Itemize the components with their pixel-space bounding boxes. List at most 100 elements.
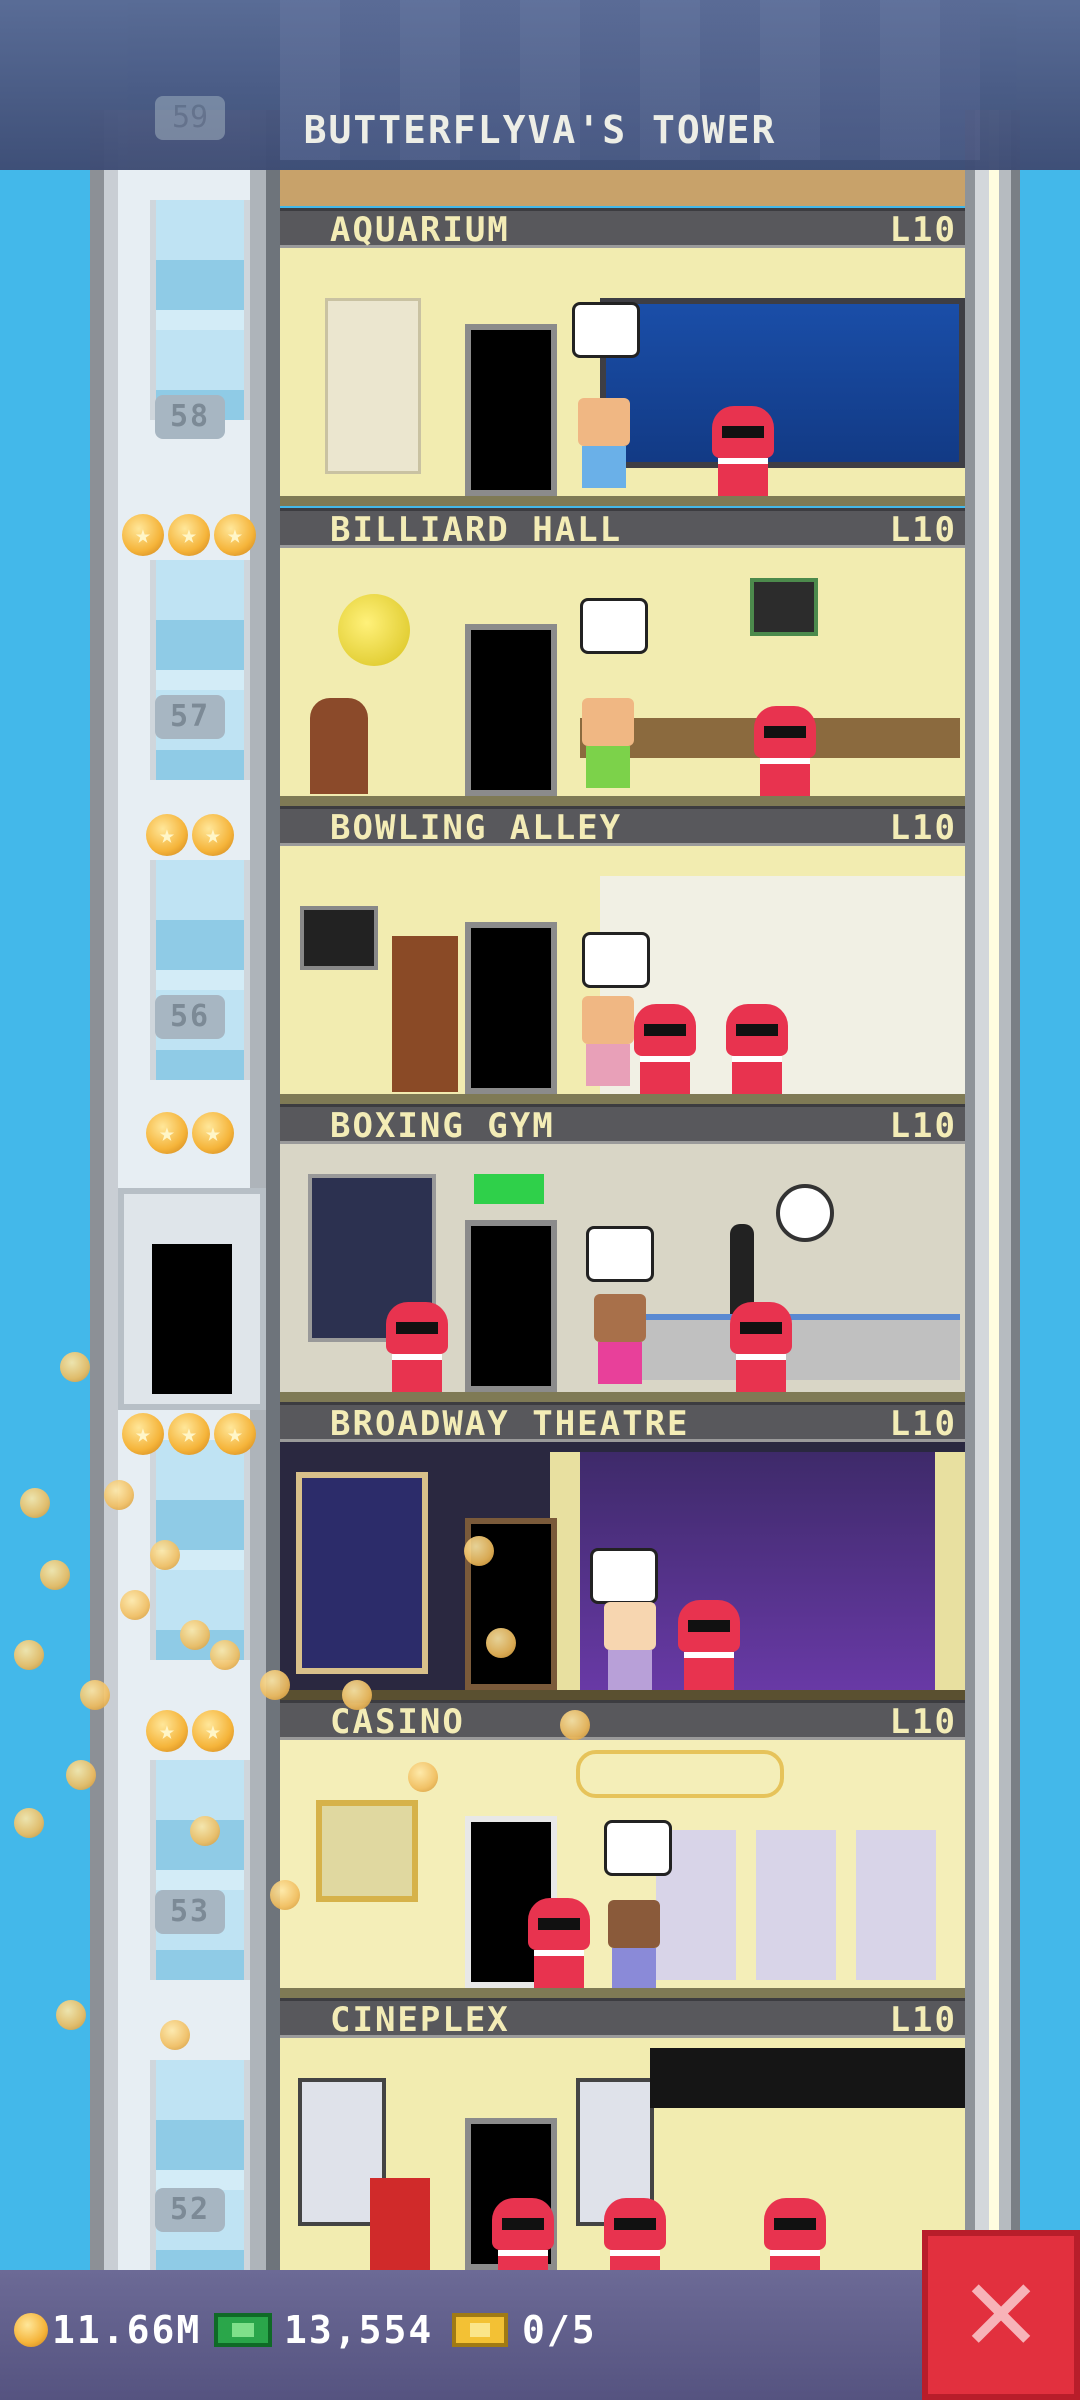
floor-billiard-hall[interactable]: BILLIARD HALL L10 <box>280 508 965 806</box>
floor-number: 52 <box>155 2188 225 2232</box>
tower-title: BUTTERFLYVA'S TOWER <box>303 108 777 152</box>
star-icon: ★ <box>146 1710 188 1752</box>
showtime-board <box>650 2048 965 2108</box>
floor-name: BOXING GYM <box>330 1106 555 1146</box>
star-icon: ★ <box>214 514 256 556</box>
room-door <box>465 1220 557 1392</box>
falling-coin <box>270 1880 300 1910</box>
ranger-helmet <box>678 1600 740 1652</box>
room-floor-strip <box>280 496 965 506</box>
slot-machines <box>656 1830 956 1980</box>
floor-room[interactable] <box>280 2038 965 2270</box>
bitizen[interactable] <box>606 1900 662 1990</box>
floor-bowling-alley[interactable]: BOWLING ALLEY L10 <box>280 806 965 1104</box>
falling-coin <box>150 1540 180 1570</box>
falling-coin <box>20 1488 50 1518</box>
thought-bubble <box>582 932 650 988</box>
falling-coin <box>190 1816 220 1846</box>
bitizen-head <box>582 996 634 1044</box>
eight-ball-decor <box>338 594 410 666</box>
ranger-bitizen[interactable] <box>384 1302 450 1398</box>
falling-coin <box>260 1670 290 1700</box>
ranger-bitizen[interactable] <box>676 1600 742 1696</box>
floor-cineplex[interactable]: CINEPLEX L10 <box>280 1998 965 2270</box>
ranger-bitizen[interactable] <box>526 1898 592 1994</box>
top-floor-room <box>280 170 965 206</box>
floor-header: CASINO L10 <box>280 1700 965 1742</box>
ranger-helmet <box>712 406 774 458</box>
star-rating: ★ ★ <box>146 1710 234 1754</box>
floor-room[interactable] <box>280 248 965 506</box>
coins-counter[interactable]: 11.66M <box>14 2300 201 2360</box>
bitizen[interactable] <box>580 996 636 1086</box>
ranger-bitizen[interactable] <box>710 406 776 502</box>
floor-header: CINEPLEX L10 <box>280 1998 965 2040</box>
floor-number: 58 <box>155 395 225 439</box>
falling-coin <box>60 1352 90 1382</box>
floor-header: AQUARIUM L10 <box>280 208 965 250</box>
ranger-bitizen[interactable] <box>752 706 818 802</box>
bitizen[interactable] <box>580 698 636 788</box>
ranger-suit <box>610 2250 660 2270</box>
star-icon: ★ <box>146 1112 188 1154</box>
shaft-window <box>150 1760 250 1980</box>
arcade-cabinet <box>370 2178 430 2270</box>
ranger-suit <box>770 2250 820 2270</box>
floor-boxing-gym[interactable]: BOXING GYM L10 <box>280 1104 965 1402</box>
floor-number: 56 <box>155 995 225 1039</box>
ranger-helmet <box>634 1004 696 1056</box>
floor-aquarium[interactable]: AQUARIUM L10 <box>280 208 965 506</box>
room-floor-strip <box>280 796 965 806</box>
ranger-bitizen[interactable] <box>602 2198 668 2270</box>
ranger-suit <box>498 2250 548 2270</box>
thought-bubble <box>586 1226 654 1282</box>
bitizen[interactable] <box>592 1294 648 1384</box>
shaft-window <box>150 2060 250 2280</box>
floor-room[interactable] <box>280 846 965 1104</box>
wall-clock-icon <box>776 1184 834 1242</box>
bitizen-body <box>586 1044 630 1086</box>
bitizen[interactable] <box>602 1602 658 1692</box>
bitizen-body <box>598 1342 642 1384</box>
ranger-bitizen[interactable] <box>490 2198 556 2270</box>
star-icon: ★ <box>192 1112 234 1154</box>
falling-coin <box>560 1710 590 1740</box>
bux-icon <box>214 2313 272 2347</box>
floor-room[interactable] <box>280 1144 965 1402</box>
casino-window <box>316 1800 418 1902</box>
thought-bubble <box>580 598 648 654</box>
floor-casino[interactable]: CASINO L10 <box>280 1700 965 1998</box>
floor-broadway-theatre[interactable]: BROADWAY THEATRE L10 <box>280 1402 965 1700</box>
floor-room[interactable] <box>280 1442 965 1700</box>
ranger-helmet <box>492 2198 554 2250</box>
star-icon: ★ <box>214 1413 256 1455</box>
thought-bubble <box>572 302 640 358</box>
floor-level: L10 <box>889 210 957 250</box>
tickets-value: 0/5 <box>522 2308 597 2352</box>
room-floor-strip <box>280 1094 965 1104</box>
exit-sign <box>474 1174 544 1204</box>
elevator-car[interactable] <box>118 1188 266 1410</box>
bitizen-body <box>582 446 626 488</box>
ranger-bitizen[interactable] <box>724 1004 790 1100</box>
floor-room[interactable] <box>280 1740 965 1998</box>
ranger-bitizen[interactable] <box>632 1004 698 1100</box>
falling-coin <box>14 1640 44 1670</box>
elevator-door <box>152 1244 232 1394</box>
bitizen[interactable] <box>576 398 632 488</box>
ranger-bitizen[interactable] <box>728 1302 794 1398</box>
floor-room[interactable] <box>280 548 965 806</box>
bitizen-body <box>612 1948 656 1990</box>
bux-counter[interactable]: 13,554 <box>214 2300 433 2360</box>
ranger-bitizen[interactable] <box>762 2198 828 2270</box>
floor-name: BOWLING ALLEY <box>330 808 623 848</box>
floor-level: L10 <box>889 808 957 848</box>
floor-level: L10 <box>889 1106 957 1146</box>
falling-coin <box>80 1680 110 1710</box>
close-button[interactable]: ✕ <box>922 2230 1080 2400</box>
falling-coin <box>180 1620 210 1650</box>
star-rating: ★ ★ <box>146 1112 234 1156</box>
floor-level: L10 <box>889 510 957 550</box>
room-door <box>465 624 557 796</box>
tickets-counter[interactable]: 0/5 <box>452 2300 597 2360</box>
